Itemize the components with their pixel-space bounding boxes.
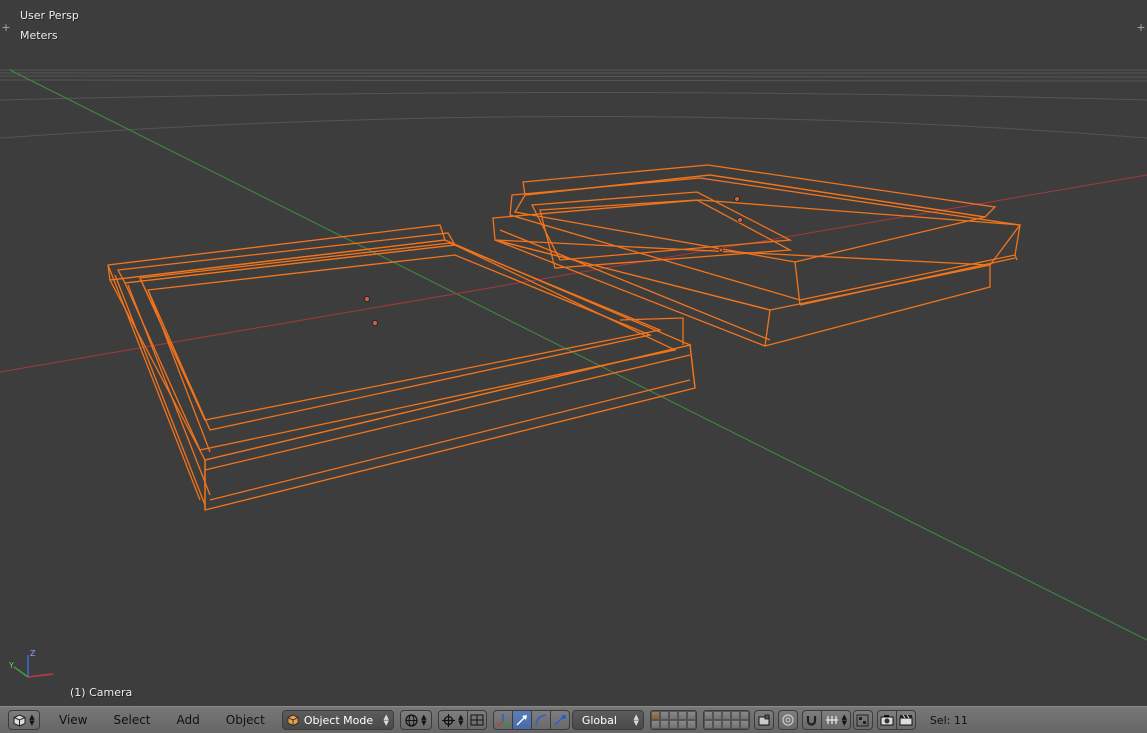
right-tray-wireframe[interactable] (492, 164, 1022, 347)
grid-horizon (0, 69, 1147, 139)
3d-viewport[interactable]: Z Y User Persp Meters (1) Camera + + (0, 0, 1147, 706)
menu-add[interactable]: Add (164, 710, 213, 730)
camera-icon (880, 715, 894, 726)
render-group (876, 710, 916, 730)
rotate-manipulator-button[interactable] (530, 710, 551, 730)
center-points-icon (470, 714, 484, 726)
snap-toggle-button[interactable] (801, 710, 822, 730)
snap-updown-icon: ▲ ▼ (841, 713, 848, 727)
manipulator-toggle-icon (496, 714, 510, 727)
snap-increment-icon (825, 716, 838, 724)
scale-manipulator-button[interactable] (549, 710, 570, 730)
scene-layers-group-2[interactable] (702, 710, 750, 730)
shading-updown-icon: ▲ ▼ (421, 713, 427, 727)
snap-target-icon (856, 714, 869, 726)
mode-dropdown-label: Object Mode (303, 713, 374, 727)
proportional-editing-button[interactable] (777, 710, 798, 730)
manipulator-group (492, 710, 570, 730)
region-expand-right-icon[interactable]: + (1135, 22, 1147, 34)
snapping-group: ▲ ▼ (801, 710, 851, 730)
gizmo-z-label: Z (30, 649, 36, 658)
axis-gizmo-icon: Z Y (8, 649, 54, 678)
pivot-icon (442, 713, 456, 727)
menu-object[interactable]: Object (213, 710, 278, 730)
active-object-label: (1) Camera (70, 686, 133, 699)
scene-layers-group-1[interactable] (649, 710, 697, 730)
3d-view-icon (13, 713, 26, 727)
mode-dropdown[interactable]: Object Mode ▲ ▼ (281, 710, 394, 730)
magnet-icon (807, 715, 817, 726)
object-mode-icon (287, 714, 299, 726)
selection-count: Sel: 11 (929, 713, 968, 727)
pivot-group: ▲ ▼ (437, 710, 487, 730)
mode-updown-icon: ▲ ▼ (383, 713, 389, 727)
transform-orientation-dropdown[interactable]: Global ▲ ▼ (571, 710, 644, 730)
opengl-render-animation-button[interactable] (895, 710, 916, 730)
pivot-updown-icon: ▲ ▼ (458, 713, 464, 727)
menu-select[interactable]: Select (100, 710, 163, 730)
lock-layers-button[interactable] (753, 710, 774, 730)
snap-element-button[interactable]: ▲ ▼ (820, 710, 851, 730)
orientation-updown-icon: ▲ ▼ (633, 713, 639, 727)
units-label: Meters (20, 29, 58, 42)
translate-icon (516, 715, 527, 726)
scene-canvas[interactable]: Z Y (0, 0, 1147, 706)
view-name-label: User Persp (20, 9, 79, 22)
snap-target-button[interactable] (852, 710, 873, 730)
translate-manipulator-button[interactable] (511, 710, 532, 730)
gizmo-y-label: Y (8, 661, 14, 670)
clapperboard-icon (899, 714, 913, 726)
orientation-label: Global (581, 713, 617, 727)
layer-lock-icon (758, 714, 770, 726)
manipulator-toggle-button[interactable] (492, 710, 513, 730)
shading-sphere-icon (405, 713, 418, 727)
pivot-point-button[interactable]: ▲ ▼ (437, 710, 468, 730)
proportional-edit-icon (782, 714, 794, 726)
region-expand-left-icon[interactable]: + (0, 22, 12, 34)
menu-view[interactable]: View (46, 710, 100, 730)
rotate-icon (535, 714, 546, 726)
pivot-center-only-button[interactable] (466, 710, 487, 730)
scale-icon (554, 715, 566, 726)
opengl-render-image-button[interactable] (876, 710, 897, 730)
3d-view-header: ▲ ▼ View Select Add Object Object Mode ▲ ▼… (0, 706, 1147, 733)
viewport-shading-button[interactable]: ▲ ▼ (399, 710, 432, 730)
editor-type-button[interactable]: ▲ ▼ (8, 710, 40, 730)
y-axis-line (9, 69, 1147, 641)
editor-type-updown-icon: ▲ ▼ (29, 713, 35, 727)
